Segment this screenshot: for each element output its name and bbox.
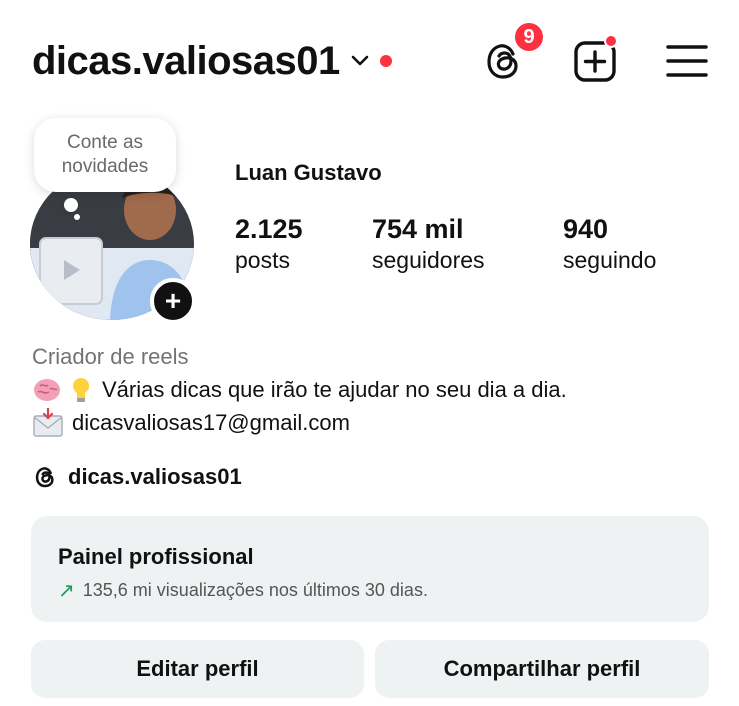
note-text: Conte as novidades — [61, 132, 149, 177]
stat-value: 2.125 — [235, 214, 303, 244]
share-profile-button[interactable]: Compartilhar perfil — [375, 640, 709, 698]
stat-followers[interactable]: 754 mil seguidores — [372, 214, 485, 276]
add-story-button[interactable]: + — [150, 278, 196, 324]
plus-icon: + — [164, 285, 182, 316]
profile-category: Criador de reels — [32, 344, 189, 369]
bio-line-2[interactable]: dicasvaliosas17@gmail.com — [32, 408, 350, 438]
professional-dashboard[interactable]: Painel profissional ↗ 135,6 mi visualiza… — [31, 516, 709, 622]
note-bubble[interactable]: Conte as novidades — [34, 118, 176, 192]
bio-text: Várias dicas que irão te ajudar no seu d… — [102, 377, 567, 402]
dashboard-title: Painel profissional — [58, 544, 254, 569]
bio-email: dicasvaliosas17@gmail.com — [72, 410, 350, 435]
stat-label: seguidores — [372, 247, 485, 273]
account-switcher[interactable]: dicas.valiosas01 — [32, 38, 392, 84]
lightbulb-icon — [73, 378, 89, 402]
stat-following[interactable]: 940 seguindo — [563, 214, 656, 276]
stat-posts[interactable]: 2.125 posts — [235, 214, 303, 276]
trend-up-icon: ↗ — [58, 580, 75, 602]
notification-dot — [379, 55, 392, 67]
full-name: Luan Gustavo — [235, 160, 382, 185]
threads-profile-link[interactable]: dicas.valiosas01 — [32, 464, 242, 490]
dashboard-subtitle: ↗ 135,6 mi visualizações nos últimos 30 … — [58, 578, 428, 603]
bio-line-1: Várias dicas que irão te ajudar no seu d… — [32, 376, 567, 404]
threads-icon — [35, 467, 54, 488]
note-bubble-tail-small — [74, 214, 80, 220]
threads-handle: dicas.valiosas01 — [68, 464, 242, 489]
chevron-down-icon — [351, 55, 369, 66]
hamburger-menu-icon — [666, 45, 708, 77]
edit-profile-button[interactable]: Editar perfil — [31, 640, 364, 698]
stat-value: 940 — [563, 214, 609, 244]
top-bar: dicas.valiosas01 9 — [0, 0, 739, 120]
menu-button[interactable] — [664, 38, 710, 84]
brain-icon — [34, 379, 60, 401]
note-bubble-tail — [64, 198, 78, 212]
dashboard-views: 135,6 mi visualizações nos últimos 30 di… — [82, 580, 428, 600]
stat-value: 754 mil — [372, 214, 464, 244]
stat-label: seguindo — [563, 247, 657, 273]
username: dicas.valiosas01 — [32, 39, 340, 83]
threads-badge: 9 — [512, 20, 546, 54]
stat-label: posts — [235, 247, 290, 273]
envelope-icon — [33, 408, 63, 437]
create-notification-dot — [604, 34, 618, 48]
